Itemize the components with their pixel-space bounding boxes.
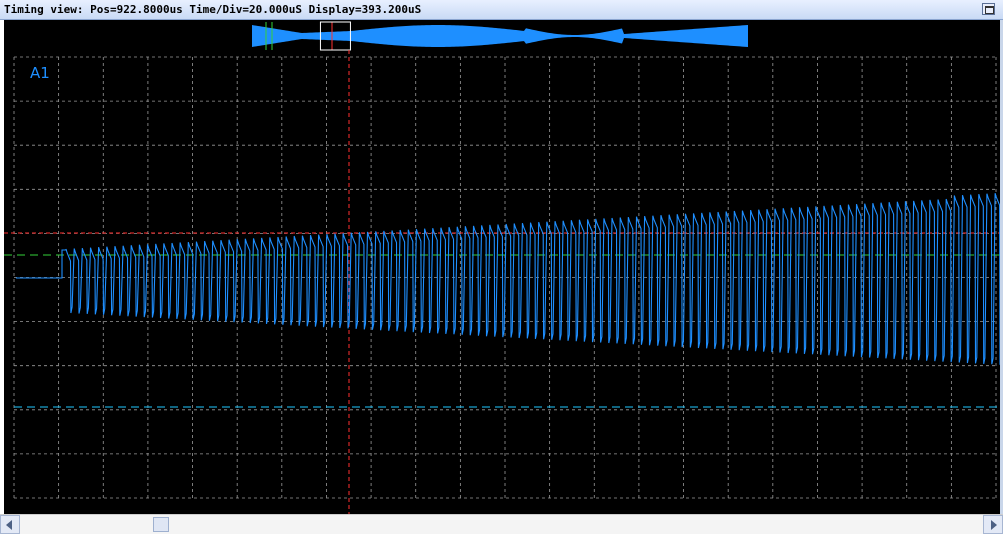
channel-label: A1 — [30, 64, 50, 82]
title-bar[interactable]: Timing view: Pos=922.8000us Time/Div=20.… — [0, 0, 1003, 20]
scroll-right-arrow-icon[interactable] — [983, 515, 1003, 534]
horizontal-scrollbar[interactable] — [0, 514, 1003, 534]
waveform-plot-area[interactable]: A1 — [4, 20, 1000, 514]
timing-view-window: Timing view: Pos=922.8000us Time/Div=20.… — [0, 0, 1003, 534]
scrollbar-thumb[interactable] — [152, 517, 169, 532]
overview-envelope — [252, 25, 748, 47]
waveform-svg[interactable]: A1 — [4, 20, 1000, 514]
channel-a1-waveform — [16, 193, 1000, 365]
overview-strip[interactable] — [252, 21, 748, 51]
window-title: Timing view: Pos=922.8000us Time/Div=20.… — [4, 3, 422, 16]
maximize-icon[interactable] — [982, 3, 995, 15]
scroll-left-arrow-icon[interactable] — [0, 515, 20, 534]
